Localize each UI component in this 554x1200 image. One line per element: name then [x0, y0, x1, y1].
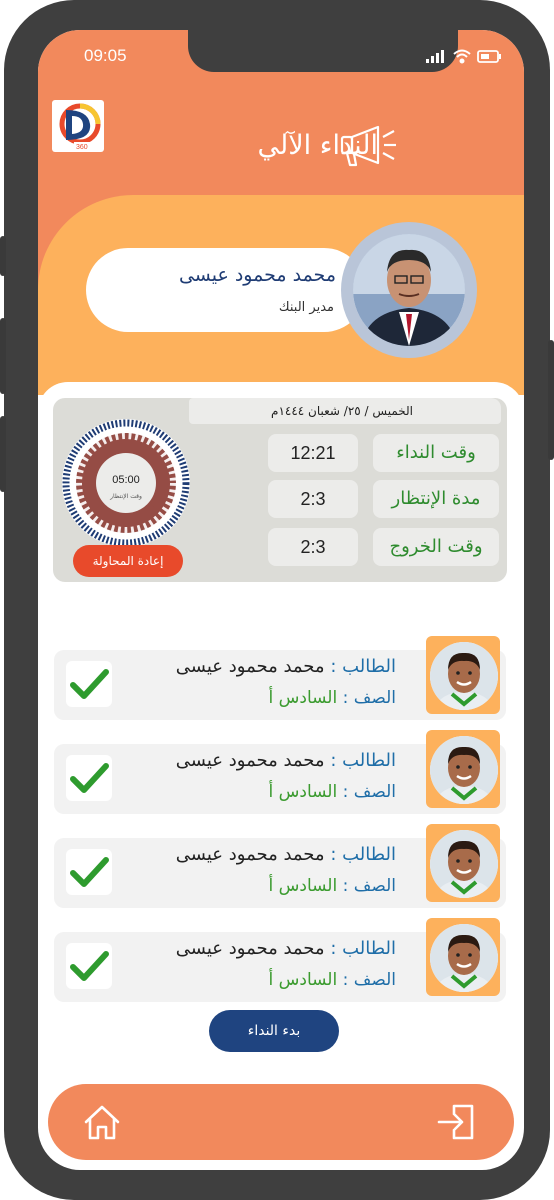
retry-button[interactable]: إعادة المحاولة [73, 545, 183, 577]
row-label-call-time: وقت النداء [373, 434, 499, 472]
student-label: الطالب : [330, 844, 396, 865]
student-card: الطالب : محمد محمود عيسى الصف : السادس أ [54, 636, 506, 720]
row-value-exit-time: 2:3 [268, 528, 358, 566]
date-text: الخميس / ٢٥/ شعبان ١٤٤٤م [271, 404, 413, 418]
side-button [0, 318, 6, 394]
student-avatar [426, 918, 500, 996]
student-photo [430, 830, 498, 898]
check-icon[interactable] [66, 943, 112, 989]
student-label: الطالب : [330, 938, 396, 959]
student-name: محمد محمود عيسى [175, 656, 325, 677]
student-class-line: الصف : السادس أ [269, 782, 396, 802]
profile-card: محمد محمود عيسى مدير البنك [86, 248, 366, 332]
side-button [0, 236, 6, 276]
student-class-line: الصف : السادس أ [269, 970, 396, 990]
student-class: السادس أ [268, 970, 338, 990]
exit-icon[interactable] [436, 1102, 476, 1142]
student-avatar [426, 730, 500, 808]
profile-avatar [341, 222, 477, 358]
row-value-wait-duration: 2:3 [268, 480, 358, 518]
student-avatar [426, 636, 500, 714]
row-label-wait-duration: مدة الإنتظار [373, 480, 499, 518]
student-card: الطالب : محمد محمود عيسى الصف : السادس أ [54, 824, 506, 908]
avatar-photo [353, 234, 465, 346]
student-photo [430, 736, 498, 804]
student-name-line: الطالب : محمد محمود عيسى [176, 750, 396, 771]
wait-timer: 05:00 وقت الإنتظار [62, 419, 190, 547]
logo-icon: 360 [59, 103, 101, 151]
student-name: محمد محمود عيسى [175, 750, 325, 771]
student-class-line: الصف : السادس أ [269, 876, 396, 896]
student-class: السادس أ [268, 876, 338, 896]
student-class-line: الصف : السادس أ [269, 688, 396, 708]
student-photo [430, 642, 498, 710]
phone-frame: 09:05 360 النداء الآلي محمد محمود عيسى م… [0, 0, 554, 1200]
timer-time: 05:00 [112, 474, 140, 486]
student-card: الطالب : محمد محمود عيسى الصف : السادس أ [54, 730, 506, 814]
class-label: الصف : [342, 782, 396, 802]
student-name-line: الطالب : محمد محمود عيسى [176, 844, 396, 865]
student-name: محمد محمود عيسى [175, 938, 325, 959]
timer-caption: وقت الإنتظار [109, 493, 142, 500]
class-label: الصف : [342, 876, 396, 896]
wifi-icon [453, 49, 471, 64]
profile-role: مدير البنك [278, 300, 334, 315]
row-value-call-time: 12:21 [268, 434, 358, 472]
student-class: السادس أ [268, 782, 338, 802]
status-time: 09:05 [84, 46, 127, 65]
signal-icon [426, 50, 444, 63]
student-photo [430, 924, 498, 992]
student-card: الطالب : محمد محمود عيسى الصف : السادس أ [54, 918, 506, 1002]
check-icon[interactable] [66, 849, 112, 895]
student-name-line: الطالب : محمد محمود عيسى [176, 938, 396, 959]
home-icon[interactable] [82, 1102, 122, 1142]
date-label: الخميس / ٢٥/ شعبان ١٤٤٤م [189, 398, 501, 424]
check-icon[interactable] [66, 755, 112, 801]
side-button [548, 340, 554, 460]
student-label: الطالب : [330, 656, 396, 677]
check-icon[interactable] [66, 661, 112, 707]
class-label: الصف : [342, 970, 396, 990]
class-label: الصف : [342, 688, 396, 708]
start-call-button[interactable]: بدء النداء [209, 1010, 339, 1052]
battery-icon [477, 50, 501, 63]
megaphone-icon [340, 125, 396, 167]
student-label: الطالب : [330, 750, 396, 771]
app-screen: 09:05 360 النداء الآلي محمد محمود عيسى م… [38, 30, 524, 1170]
app-logo: 360 [52, 100, 104, 152]
student-name: محمد محمود عيسى [175, 844, 325, 865]
svg-text:360: 360 [76, 144, 88, 151]
student-name-line: الطالب : محمد محمود عيسى [176, 656, 396, 677]
profile-name: محمد محمود عيسى [178, 264, 336, 286]
row-label-exit-time: وقت الخروج [373, 528, 499, 566]
call-info-panel: الخميس / ٢٥/ شعبان ١٤٤٤م وقت النداء 12:2… [53, 398, 507, 582]
student-avatar [426, 824, 500, 902]
bottom-nav [48, 1084, 514, 1160]
status-icons [426, 49, 501, 64]
student-class: السادس أ [268, 688, 338, 708]
side-button [0, 416, 6, 492]
phone-notch [188, 30, 458, 72]
